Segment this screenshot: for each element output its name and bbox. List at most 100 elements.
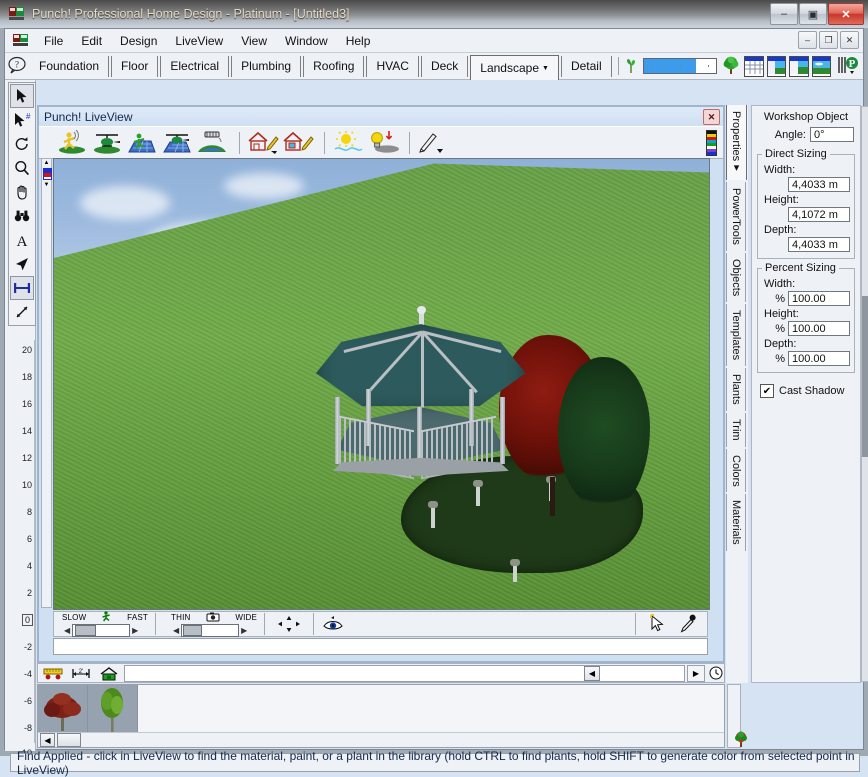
vtab-colors[interactable]: Colors — [726, 448, 746, 493]
menu-item-design[interactable]: Design — [111, 31, 166, 51]
library-scroll-left-arrow[interactable]: ◀ — [584, 665, 600, 681]
gazebo-object[interactable] — [316, 305, 526, 515]
walkthrough-person-icon[interactable] — [57, 129, 89, 156]
tab-hvac[interactable]: HVAC — [366, 55, 419, 77]
lens-slider[interactable] — [181, 623, 240, 637]
binoculars-tool[interactable] — [10, 204, 34, 228]
tab-electrical[interactable]: Electrical — [160, 55, 230, 77]
minimize-button[interactable]: – — [770, 3, 798, 25]
vtab-trim[interactable]: Trim — [726, 413, 746, 447]
rotate-tool[interactable] — [10, 132, 34, 156]
mdi-minimize-button[interactable]: – — [798, 31, 817, 49]
vtab-properties[interactable]: Properties▾ — [726, 105, 747, 181]
tab-detail[interactable]: Detail — [560, 55, 612, 77]
library-scroll-right-arrow[interactable]: ▶ — [687, 664, 705, 682]
clock-history-icon[interactable] — [707, 666, 724, 681]
helicopter-flyover-icon[interactable] — [92, 130, 124, 156]
text-tool[interactable]: A — [10, 228, 34, 252]
tab-floor[interactable]: Floor — [111, 55, 159, 77]
menu-item-file[interactable]: File — [35, 31, 72, 51]
scroll-down-arrow-icon[interactable]: ▼ — [42, 181, 51, 189]
library-horizontal-scrollbar[interactable]: ◀ — [38, 732, 724, 747]
vtab-powertools[interactable]: PowerTools — [726, 182, 746, 251]
library-hscroll-thumb[interactable] — [57, 733, 81, 747]
dimension-tool[interactable] — [10, 276, 34, 300]
percent-height-field[interactable]: 100.00 — [788, 321, 850, 336]
light-bulb-shadow-icon[interactable] — [367, 130, 399, 156]
house-green-icon[interactable] — [96, 664, 122, 683]
pointer-flag-tool[interactable] — [10, 252, 34, 276]
help-question-icon[interactable]: ? — [7, 55, 29, 77]
tab-roofing[interactable]: Roofing — [303, 55, 365, 77]
color-palette-strip[interactable] — [706, 130, 717, 156]
pan-hand-tool[interactable] — [10, 180, 34, 204]
dimension-2ft-icon[interactable]: 2' — [68, 664, 94, 683]
library-hscroll-left-arrow[interactable]: ◀ — [40, 733, 55, 747]
red-maple-tree-thumbnail[interactable] — [38, 685, 88, 733]
green-young-tree-thumbnail[interactable] — [88, 685, 138, 733]
plant-tree-icon[interactable] — [731, 729, 751, 749]
menu-item-edit[interactable]: Edit — [72, 31, 111, 51]
menu-item-help[interactable]: Help — [337, 31, 380, 51]
speed-slider[interactable] — [72, 624, 131, 637]
cast-shadow-checkbox[interactable]: ✔ — [760, 384, 774, 398]
tab-landscape[interactable]: Landscape ▼ — [470, 55, 559, 80]
split-vertical-view-icon[interactable] — [789, 55, 809, 77]
direct-height-field[interactable]: 4,1072 m — [788, 207, 850, 222]
select-arrow-tool[interactable] — [10, 84, 34, 108]
properties-panel-scrollbar[interactable] — [861, 106, 868, 682]
lens-increase-arrow-icon[interactable]: ▶ — [239, 626, 249, 635]
mdi-restore-button[interactable]: ❐ — [819, 31, 838, 49]
liveview-3d-viewport[interactable] — [53, 158, 710, 610]
split-horizontal-view-icon[interactable] — [766, 55, 786, 77]
vtab-objects[interactable]: Objects — [726, 253, 746, 303]
angle-field[interactable]: 0° — [810, 127, 854, 142]
eye-view-icon[interactable] — [321, 614, 347, 634]
house-edit-icon[interactable] — [247, 130, 279, 156]
helicopter-on-plan-icon[interactable] — [162, 130, 194, 156]
plant-size-slider[interactable] — [643, 58, 717, 74]
scroll-up-arrow-icon[interactable]: ▲ — [42, 159, 51, 167]
library-scroll-track[interactable]: ◀ — [124, 664, 685, 682]
sun-daylight-icon[interactable] — [332, 130, 364, 156]
lens-decrease-arrow-icon[interactable]: ◀ — [171, 626, 181, 635]
tab-deck[interactable]: Deck — [420, 55, 469, 77]
pencil-draw-icon[interactable] — [417, 130, 449, 156]
person-on-plan-icon[interactable] — [127, 130, 159, 156]
small-plant-icon[interactable] — [623, 56, 639, 77]
vtab-plants[interactable]: Plants — [726, 368, 746, 412]
ruler-measure-icon[interactable] — [40, 664, 66, 683]
grid-view-icon[interactable] — [744, 55, 764, 77]
direct-depth-field[interactable]: 4,4033 m — [788, 237, 850, 252]
punch-p-logo-icon[interactable]: P — [838, 55, 860, 78]
speed-increase-arrow-icon[interactable]: ▶ — [130, 626, 140, 635]
arrow-cursor-icon[interactable] — [643, 614, 673, 634]
cast-shadow-row[interactable]: ✔ Cast Shadow — [752, 376, 860, 398]
percent-depth-field[interactable]: 100.00 — [788, 351, 850, 366]
menu-item-view[interactable]: View — [232, 31, 276, 51]
vtab-templates[interactable]: Templates — [726, 304, 746, 367]
house-edit-alt-icon[interactable] — [282, 130, 314, 156]
maximize-button[interactable]: ▣ — [799, 3, 827, 25]
zoom-tool[interactable] — [10, 156, 34, 180]
ruler-origin-marker[interactable]: 0 — [21, 614, 33, 627]
vtab-materials[interactable]: Materials — [726, 494, 746, 552]
direct-width-field[interactable]: 4,4033 m — [788, 177, 850, 192]
tab-plumbing[interactable]: Plumbing — [231, 55, 302, 77]
speed-decrease-arrow-icon[interactable]: ◀ — [62, 626, 72, 635]
large-tree-icon[interactable] — [721, 55, 741, 78]
render-view-icon[interactable] — [811, 55, 831, 77]
close-button[interactable]: ✕ — [828, 3, 864, 25]
tab-foundation[interactable]: Foundation — [30, 55, 110, 77]
satellite-earth-icon[interactable] — [197, 130, 229, 156]
move-pad-icon[interactable] — [272, 614, 306, 634]
menu-item-liveview[interactable]: LiveView — [166, 31, 232, 51]
mdi-close-button[interactable]: ✕ — [840, 31, 859, 49]
select-grid-tool[interactable]: # — [10, 108, 34, 132]
measure-tool[interactable] — [10, 300, 34, 324]
liveview-close-button[interactable]: ✕ — [703, 109, 720, 125]
percent-width-field[interactable]: 100.00 — [788, 291, 850, 306]
eyedropper-icon[interactable] — [673, 614, 703, 634]
liveview-left-scroll[interactable]: ▲ ▼ — [41, 158, 52, 608]
menu-item-window[interactable]: Window — [276, 31, 337, 51]
